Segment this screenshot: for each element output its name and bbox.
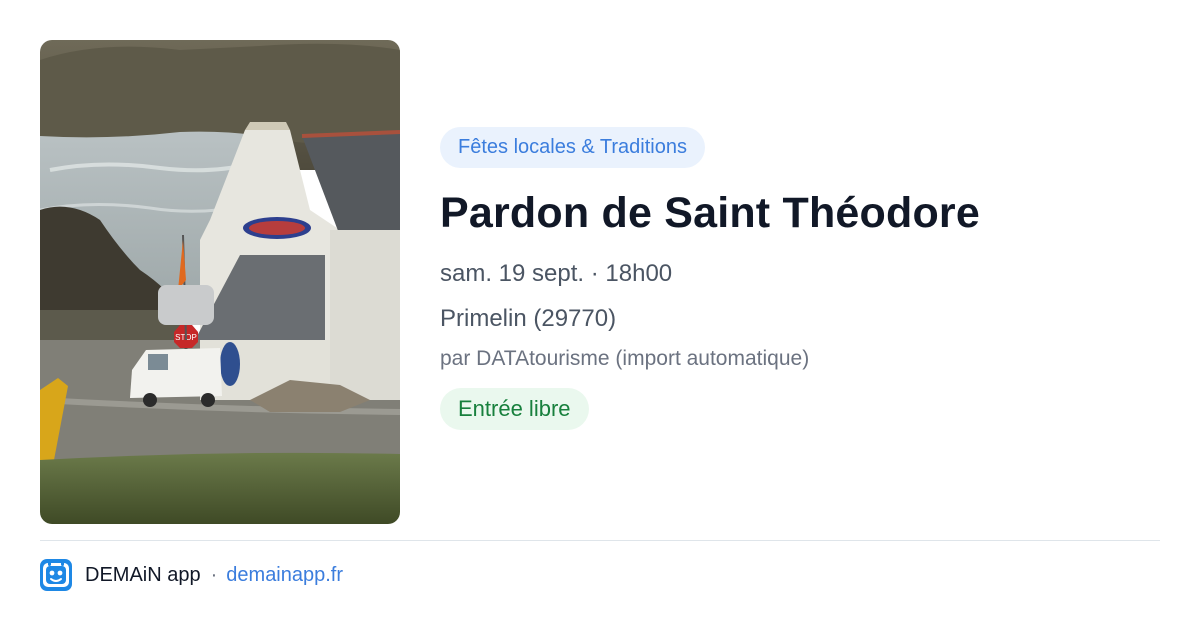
event-datetime: sam. 19 sept. · 18h00 [440, 260, 673, 287]
footer-divider [40, 540, 1160, 541]
footer-separator: · [210, 563, 218, 586]
event-source: par DATAtourisme (import automatique) [440, 347, 810, 370]
category-badge[interactable]: Fêtes locales & Traditions [440, 127, 705, 168]
event-photo: STOP [40, 40, 400, 524]
app-domain-link[interactable]: demainapp.fr [226, 564, 343, 587]
demain-logo-icon[interactable] [40, 559, 72, 591]
price-badge: Entrée libre [440, 388, 589, 430]
app-name: DEMAiN app [85, 563, 201, 586]
event-info: Fêtes locales & Traditions Pardon de Sai… [440, 127, 1160, 430]
event-title: Pardon de Saint Théodore [440, 189, 980, 237]
event-photo-image: STOP [40, 40, 400, 524]
event-location: Primelin (29770) [440, 305, 617, 332]
footer: DEMAiN app · demainapp.fr [40, 558, 343, 592]
